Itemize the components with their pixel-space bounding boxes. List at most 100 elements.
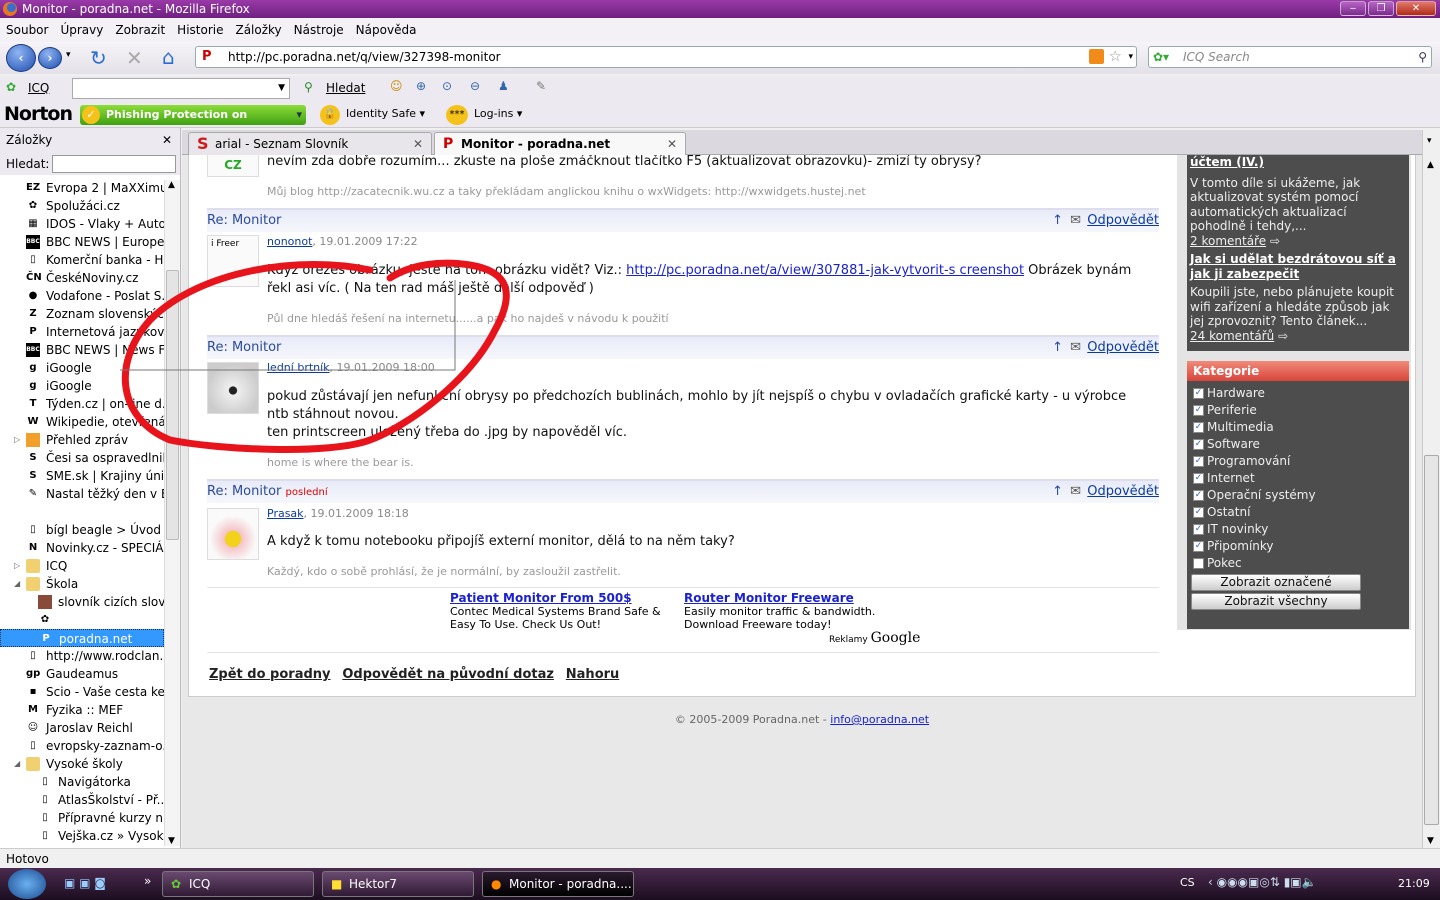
comments-link[interactable]: 2 komentáře	[1190, 234, 1266, 248]
bookmark-item[interactable]: ▯ Komerční banka - H...	[0, 251, 164, 269]
sidebar-search-input[interactable]	[52, 155, 176, 173]
category-checkbox[interactable]	[1193, 558, 1204, 569]
clock[interactable]: 21:09	[1398, 877, 1430, 890]
eraser-icon[interactable]: ✎	[536, 79, 546, 93]
email-link[interactable]: info@poradna.net	[830, 713, 929, 726]
task-firefox[interactable]: ● Monitor - poradna....	[482, 871, 634, 897]
top-link[interactable]: Nahoru	[566, 667, 620, 682]
category-item[interactable]: ✓ Hardware	[1193, 385, 1403, 402]
bookmark-item[interactable]: ČN ČeskéNoviny.cz	[0, 269, 164, 287]
bookmark-item[interactable]: S SME.sk | Krajiny úni...	[0, 467, 164, 485]
sidebar-scroll-thumb[interactable]	[166, 270, 179, 540]
bookmark-item[interactable]: g iGoogle	[0, 359, 164, 377]
mail-icon[interactable]: ✉	[1070, 337, 1081, 359]
ad-item[interactable]: Router Monitor Freeware Easily monitor tr…	[684, 592, 875, 632]
menu-historie[interactable]: Historie	[177, 18, 223, 42]
bookmark-item[interactable]: ▯ evropsky-zaznam-o...	[0, 737, 164, 755]
bookmark-star-icon[interactable]: ☆	[1109, 46, 1122, 66]
bookmark-item[interactable]: Z Zoznam slovenských...	[0, 305, 164, 323]
bookmark-item[interactable]: g iGoogle	[0, 377, 164, 395]
category-item[interactable]: ✓ Operační systémy	[1193, 487, 1403, 504]
scroll-up-arrow[interactable]: ▲	[1427, 160, 1434, 170]
category-item[interactable]: ✓ Software	[1193, 436, 1403, 453]
bookmark-item[interactable]: ▯ Vejška.cz » Vysok...	[0, 827, 164, 845]
forward-button[interactable]: ›	[38, 47, 62, 69]
category-checkbox[interactable]: ✓	[1193, 405, 1204, 416]
tab-seznam-slovnik[interactable]: S arial - Seznam Slovník ✕	[188, 132, 432, 156]
bookmark-item[interactable]: ▦ IDOS - Vlaky + Auto...	[0, 215, 164, 233]
zoom-reset-icon[interactable]: ⊙	[442, 79, 452, 93]
category-item[interactable]: ✓ Internet	[1193, 470, 1403, 487]
bookmark-item[interactable]: ▯ http://www.rodclan...	[0, 647, 164, 665]
expand-toggle-icon[interactable]: ◢	[14, 755, 20, 773]
category-checkbox[interactable]: ✓	[1193, 490, 1204, 501]
expand-toggle-icon[interactable]: ▷	[14, 431, 20, 449]
quicklaunch-more[interactable]: »	[144, 874, 151, 888]
smiley-icon[interactable]: ☺	[390, 79, 403, 93]
category-checkbox[interactable]: ✓	[1193, 524, 1204, 535]
rss-icon[interactable]	[1089, 49, 1104, 64]
scroll-down-arrow[interactable]: ▼	[1427, 836, 1434, 846]
bookmark-item[interactable]: Vysoké školy ◢	[0, 755, 164, 773]
screenshot-guide-link[interactable]: http://pc.poradna.net/a/view/307881-jak-…	[626, 263, 1024, 278]
search-icon[interactable]: ⚲	[1418, 47, 1427, 67]
category-checkbox[interactable]: ✓	[1193, 473, 1204, 484]
identity-safe-menu[interactable]: Identity Safe ▾	[346, 107, 425, 120]
bookmark-item[interactable]: S Česi sa ospravedlnili...	[0, 449, 164, 467]
start-button[interactable]	[8, 869, 46, 899]
bookmark-item[interactable]: gp Gaudeamus	[0, 665, 164, 683]
category-checkbox[interactable]: ✓	[1193, 422, 1204, 433]
bookmark-item[interactable]: ▯ bígl beagle > Úvod	[0, 521, 164, 539]
menu-napoveda[interactable]: Nápověda	[356, 18, 417, 42]
bookmark-item[interactable]: ☺ Jaroslav Reichl	[0, 719, 164, 737]
reply-link[interactable]: Odpovědět	[1087, 337, 1159, 359]
menu-zalozky[interactable]: Záložky	[235, 18, 281, 42]
reply-link[interactable]: Odpovědět	[1087, 481, 1159, 503]
bookmark-item[interactable]: W Wikipedie, otevřená...	[0, 413, 164, 431]
mail-icon[interactable]: ✉	[1070, 210, 1081, 232]
bookmark-item[interactable]: ▯ Přípravné kurzy n...	[0, 809, 164, 827]
back-button[interactable]: ‹	[6, 44, 36, 72]
back-to-forum-link[interactable]: Zpět do poradny	[209, 667, 331, 682]
task-icq[interactable]: ✿ ICQ	[162, 871, 314, 897]
bookmark-item[interactable]: ● Vodafone - Poslat S...	[0, 287, 164, 305]
arrow-up-icon[interactable]: ↑	[1052, 337, 1063, 359]
show-selected-button[interactable]: Zobrazit označené	[1191, 574, 1361, 591]
bookmark-item[interactable]: P Internetová jazykov...	[0, 323, 164, 341]
bookmark-item[interactable]: ▯ Navigátorka	[0, 773, 164, 791]
icq-menu[interactable]: ICQ	[28, 81, 49, 95]
bookmark-item[interactable]: BBC BBC NEWS | News F...	[0, 341, 164, 359]
close-sidebar-icon[interactable]: ✕	[162, 128, 172, 153]
minimize-button[interactable]: ‒	[1340, 1, 1366, 16]
icq-toolbar-search-input[interactable]: ▼	[72, 78, 290, 99]
bookmark-item[interactable]: T Týden.cz | on-line d...	[0, 395, 164, 413]
tray-icons[interactable]: ‹ ◉◉◉▣◎⇅ ▮▣🔈	[1208, 875, 1317, 889]
reload-icon[interactable]: ↻	[90, 46, 107, 70]
arrow-up-icon[interactable]: ↑	[1052, 481, 1063, 503]
joystick-icon[interactable]: ♟	[498, 79, 509, 93]
bookmark-item[interactable]: Škola ◢	[0, 575, 164, 593]
scroll-down-arrow[interactable]: ▼	[168, 836, 175, 846]
page-scroll-thumb[interactable]	[1424, 455, 1439, 825]
expand-toggle-icon[interactable]: ◢	[14, 575, 20, 593]
ad-title[interactable]: Patient Monitor From 500$	[450, 592, 661, 605]
page-scrollbar[interactable]: ▾ ▲ ▼	[1422, 130, 1440, 848]
mail-icon[interactable]: ✉	[1070, 481, 1081, 503]
author-link[interactable]: Prasak	[267, 507, 304, 520]
bookmark-item[interactable]: ✎ Nastal těžký den v B...	[0, 485, 164, 503]
phishing-protection-button[interactable]: ✓ Phishing Protection on ▾	[80, 105, 306, 125]
category-checkbox[interactable]: ✓	[1193, 439, 1204, 450]
category-checkbox[interactable]: ✓	[1193, 507, 1204, 518]
article-title-link[interactable]: Jak si udělat bezdrátovou síť a jak ji z…	[1190, 252, 1396, 281]
ad-item[interactable]: Patient Monitor From 500$ Contec Medical …	[450, 592, 661, 632]
reply-link[interactable]: Odpovědět	[1087, 210, 1159, 232]
show-all-button[interactable]: Zobrazit všechny	[1191, 593, 1361, 610]
stop-icon[interactable]: ✕	[126, 46, 143, 70]
ads-by-google[interactable]: Reklamy Google	[829, 630, 920, 646]
bookmark-item[interactable]: ✿ Spolužáci.cz	[0, 197, 164, 215]
quicklaunch-icons[interactable]: ▣ ▣ ◙	[64, 876, 106, 890]
close-tab-icon[interactable]: ✕	[667, 133, 677, 155]
menu-nastroje[interactable]: Nástroje	[294, 18, 344, 42]
icq-search-input[interactable]: ✿▾ ICQ Search ⚲	[1148, 46, 1432, 68]
url-dropdown-icon[interactable]: ▾	[1128, 47, 1133, 67]
